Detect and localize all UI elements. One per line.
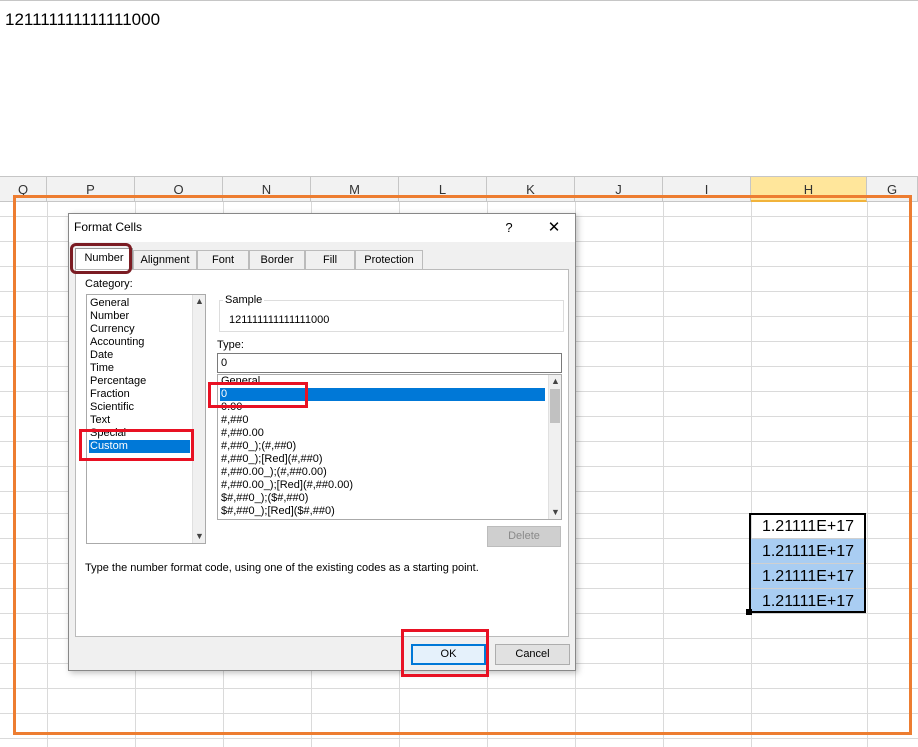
column-header-h[interactable]: H — [751, 177, 867, 202]
format-item[interactable]: #,##0_);(#,##0) — [220, 440, 545, 453]
scroll-up-arrow-icon[interactable]: ▲ — [193, 295, 206, 308]
column-header-g[interactable]: G — [867, 177, 918, 202]
category-item-percentage[interactable]: Percentage — [89, 375, 190, 388]
cell-h-1[interactable]: 1.21111E+17 — [750, 514, 866, 539]
cell-h-2[interactable]: 1.21111E+17 — [750, 539, 866, 564]
fill-handle[interactable] — [746, 609, 752, 615]
number-tab-panel: Category: General Number Currency Accoun… — [75, 269, 569, 637]
category-list[interactable]: General Number Currency Accounting Date … — [86, 294, 206, 544]
dialog-title-bar[interactable]: Format Cells ? ✕ — [69, 214, 575, 242]
column-header-k[interactable]: K — [487, 177, 575, 202]
tab-font[interactable]: Font — [197, 250, 249, 269]
tab-fill[interactable]: Fill — [305, 250, 355, 269]
category-item-accounting[interactable]: Accounting — [89, 336, 190, 349]
column-header-n[interactable]: N — [223, 177, 311, 202]
category-item-special[interactable]: Special — [89, 427, 190, 440]
category-item-time[interactable]: Time — [89, 362, 190, 375]
type-label: Type: — [217, 339, 244, 351]
format-item[interactable]: #,##0.00 — [220, 427, 545, 440]
cell-h-3[interactable]: 1.21111E+17 — [750, 564, 866, 589]
column-header-q[interactable]: Q — [0, 177, 47, 202]
column-header-i[interactable]: I — [663, 177, 751, 202]
dialog-title: Format Cells — [74, 220, 143, 234]
format-item[interactable]: #,##0 — [220, 414, 545, 427]
format-item[interactable]: $#,##0_);[Red]($#,##0) — [220, 505, 545, 518]
format-list-scrollbar[interactable]: ▲ ▼ — [548, 375, 561, 519]
column-header-row: Q P O N M L K J I H G — [0, 176, 918, 202]
format-item[interactable]: 0.00 — [220, 401, 545, 414]
format-item-selected[interactable]: 0 — [220, 388, 545, 401]
category-item-date[interactable]: Date — [89, 349, 190, 362]
tab-number[interactable]: Number — [75, 248, 133, 270]
help-button[interactable]: ? — [499, 218, 519, 238]
category-item-custom[interactable]: Custom — [89, 440, 190, 453]
category-item-currency[interactable]: Currency — [89, 323, 190, 336]
column-header-m[interactable]: M — [311, 177, 399, 202]
column-header-l[interactable]: L — [399, 177, 487, 202]
hint-text: Type the number format code, using one o… — [85, 562, 479, 574]
scroll-down-arrow-icon[interactable]: ▼ — [549, 506, 561, 519]
format-item[interactable]: #,##0.00_);(#,##0.00) — [220, 466, 545, 479]
formula-bar-text: 121111111111111000 — [5, 10, 161, 29]
ok-button[interactable]: OK — [411, 644, 486, 665]
category-item-number[interactable]: Number — [89, 310, 190, 323]
column-header-j[interactable]: J — [575, 177, 663, 202]
scroll-thumb[interactable] — [550, 389, 560, 423]
formula-bar-content-area[interactable]: 121111111111111000 — [0, 0, 918, 177]
format-item[interactable]: #,##0_);[Red](#,##0) — [220, 453, 545, 466]
format-item[interactable]: $#,##0_);($#,##0) — [220, 492, 545, 505]
tab-border[interactable]: Border — [249, 250, 305, 269]
tab-alignment[interactable]: Alignment — [133, 250, 197, 269]
selected-cells-h[interactable]: 1.21111E+17 1.21111E+17 1.21111E+17 1.21… — [750, 514, 866, 614]
close-button[interactable]: ✕ — [539, 218, 569, 238]
type-input[interactable]: 0 — [217, 353, 562, 373]
format-item[interactable]: General — [220, 375, 545, 388]
cell-h-4[interactable]: 1.21111E+17 — [750, 589, 866, 614]
sample-caption: Sample — [223, 294, 265, 306]
column-header-p[interactable]: P — [47, 177, 135, 202]
delete-button[interactable]: Delete — [487, 526, 561, 547]
category-item-general[interactable]: General — [89, 297, 190, 310]
tab-protection[interactable]: Protection — [355, 250, 423, 269]
scroll-up-arrow-icon[interactable]: ▲ — [549, 375, 561, 388]
category-label: Category: — [85, 278, 133, 290]
scroll-down-arrow-icon[interactable]: ▼ — [193, 530, 206, 543]
format-item[interactable]: #,##0.00_);[Red](#,##0.00) — [220, 479, 545, 492]
category-item-scientific[interactable]: Scientific — [89, 401, 190, 414]
column-header-o[interactable]: O — [135, 177, 223, 202]
cancel-button[interactable]: Cancel — [495, 644, 570, 665]
category-scrollbar[interactable]: ▲ ▼ — [192, 295, 205, 543]
category-item-fraction[interactable]: Fraction — [89, 388, 190, 401]
sample-value: 121111111111111000 — [229, 314, 330, 326]
category-item-text[interactable]: Text — [89, 414, 190, 427]
format-cells-dialog: Format Cells ? ✕ Number Alignment Font B… — [68, 213, 576, 671]
format-list[interactable]: General 0 0.00 #,##0 #,##0.00 #,##0_);(#… — [217, 374, 562, 520]
